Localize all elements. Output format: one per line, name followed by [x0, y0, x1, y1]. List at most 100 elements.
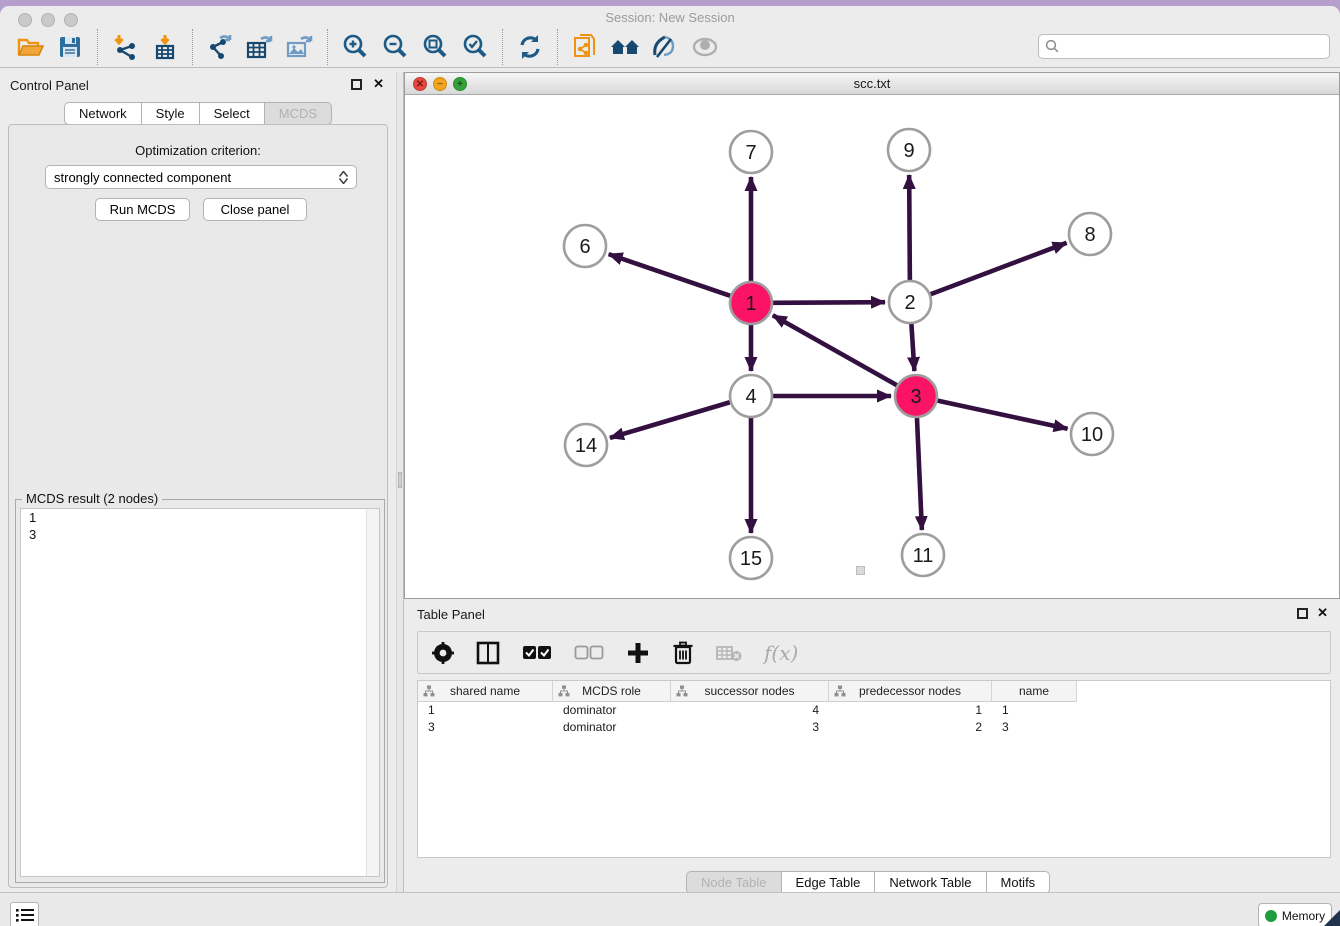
table-cell[interactable]: 1: [992, 702, 1077, 719]
import-network-icon[interactable]: [108, 30, 142, 64]
table-cell[interactable]: 1: [418, 702, 553, 719]
run-mcds-button[interactable]: Run MCDS: [95, 198, 190, 221]
graph-node-4[interactable]: 4: [730, 375, 772, 417]
graph-node-10[interactable]: 10: [1071, 413, 1113, 455]
graph-node-label: 15: [740, 548, 762, 570]
graph-edge-2-3[interactable]: [911, 324, 914, 371]
node-table: shared nameMCDS role successor nodes prede…: [417, 680, 1331, 858]
select-all-icon[interactable]: [522, 638, 552, 668]
column-header-label: name: [1019, 684, 1049, 698]
function-builder-icon[interactable]: f(x): [764, 638, 798, 668]
graph-node-label: 11: [913, 545, 934, 567]
graph-node-2[interactable]: 2: [889, 281, 931, 323]
deselect-all-icon[interactable]: [574, 638, 604, 668]
close-panel-icon[interactable]: ✕: [373, 76, 384, 92]
column-header-name[interactable]: name: [992, 681, 1077, 702]
graph-node-15[interactable]: 15: [730, 537, 772, 579]
table-cell[interactable]: dominator: [553, 719, 671, 736]
zoom-fit-icon[interactable]: [418, 30, 452, 64]
graph-edge-3-11[interactable]: [917, 418, 922, 530]
open-session-icon[interactable]: [13, 30, 47, 64]
table-row[interactable]: 1dominator411: [418, 702, 1077, 719]
tab-style[interactable]: Style: [142, 102, 200, 125]
close-panel-button[interactable]: Close panel: [203, 198, 307, 221]
table-cell[interactable]: 3: [992, 719, 1077, 736]
network-frame-titlebar[interactable]: ✕ − + scc.txt: [405, 73, 1339, 95]
mcds-panel: Optimization criterion: strongly connect…: [8, 124, 388, 888]
tab-edge-table[interactable]: Edge Table: [782, 871, 876, 894]
export-image-icon[interactable]: [283, 30, 317, 64]
column-header-MCDS-role[interactable]: MCDS role: [553, 681, 671, 702]
search-box[interactable]: [1038, 34, 1330, 59]
tab-node-table[interactable]: Node Table: [686, 871, 782, 894]
task-history-button[interactable]: [10, 902, 39, 926]
save-session-icon[interactable]: [53, 30, 87, 64]
settings-gear-icon[interactable]: [432, 638, 454, 668]
table-cell[interactable]: dominator: [553, 702, 671, 719]
graph-node-label: 7: [745, 142, 756, 164]
add-column-icon[interactable]: [626, 638, 650, 668]
close-table-panel-icon[interactable]: ✕: [1317, 605, 1328, 621]
clone-network-icon[interactable]: [568, 30, 602, 64]
window-titlebar: Session: New Session: [0, 6, 1340, 28]
float-table-panel-icon[interactable]: [1297, 608, 1308, 619]
refresh-icon[interactable]: [513, 30, 547, 64]
home-layout-icon[interactable]: [608, 30, 642, 64]
import-table-icon[interactable]: [148, 30, 182, 64]
canvas-resize-grip[interactable]: [856, 566, 865, 575]
scrollbar[interactable]: [366, 509, 379, 876]
graph-edge-4-14[interactable]: [610, 402, 730, 438]
table-cell[interactable]: 4: [671, 702, 829, 719]
graph-edge-2-9[interactable]: [909, 175, 910, 280]
table-row[interactable]: 3dominator323: [418, 719, 1077, 736]
tab-mcds[interactable]: MCDS: [265, 102, 332, 125]
graph-node-11[interactable]: 11: [902, 534, 944, 576]
graph-edge-1-6[interactable]: [609, 254, 731, 296]
mcds-result-line: 1: [21, 509, 379, 526]
delete-column-icon[interactable]: [672, 638, 694, 668]
graph-edge-2-8[interactable]: [931, 243, 1067, 294]
memory-button[interactable]: Memory: [1258, 903, 1332, 926]
tab-select[interactable]: Select: [200, 102, 265, 125]
table-cell[interactable]: 2: [829, 719, 992, 736]
column-header-successor-nodes[interactable]: successor nodes: [671, 681, 829, 702]
graph-node-8[interactable]: 8: [1069, 213, 1111, 255]
export-table-icon[interactable]: [243, 30, 277, 64]
graph-node-3[interactable]: 3: [895, 375, 937, 417]
search-input[interactable]: [1060, 38, 1323, 55]
graph-node-7[interactable]: 7: [730, 131, 772, 173]
network-canvas[interactable]: 7 9 6 8 1 2 4 3 14 10 15 11: [405, 95, 1339, 598]
graph-edge-3-1[interactable]: [773, 315, 897, 385]
tab-motifs[interactable]: Motifs: [987, 871, 1051, 894]
graph-node-1[interactable]: 1: [730, 282, 772, 324]
graph-edge-3-10[interactable]: [938, 401, 1068, 429]
table-cell[interactable]: 3: [671, 719, 829, 736]
column-view-icon[interactable]: [476, 638, 500, 668]
delete-table-icon[interactable]: [716, 638, 742, 668]
graph-node-14[interactable]: 14: [565, 424, 607, 466]
graph-node-label: 4: [745, 386, 756, 408]
table-cell[interactable]: 3: [418, 719, 553, 736]
table-toolbar: f(x): [417, 631, 1331, 674]
graph-edge-1-2[interactable]: [773, 302, 885, 303]
mcds-result-list[interactable]: 13: [20, 508, 380, 877]
apply-style-icon[interactable]: [648, 30, 682, 64]
tab-network[interactable]: Network: [64, 102, 142, 125]
show-hide-eye-icon[interactable]: [688, 30, 722, 64]
criterion-dropdown[interactable]: strongly connected component: [45, 165, 357, 189]
column-header-shared-name[interactable]: shared name: [418, 681, 553, 702]
pane-divider[interactable]: [396, 72, 404, 892]
divider-grip[interactable]: [398, 472, 402, 488]
main-toolbar: [0, 26, 1340, 68]
zoom-out-icon[interactable]: [378, 30, 412, 64]
float-panel-icon[interactable]: [351, 79, 362, 90]
tab-network-table[interactable]: Network Table: [875, 871, 986, 894]
zoom-selected-icon[interactable]: [458, 30, 492, 64]
export-network-icon[interactable]: [203, 30, 237, 64]
graph-node-9[interactable]: 9: [888, 129, 930, 171]
graph-node-6[interactable]: 6: [564, 225, 606, 267]
zoom-in-icon[interactable]: [338, 30, 372, 64]
table-cell[interactable]: 1: [829, 702, 992, 719]
column-header-label: successor nodes: [704, 684, 794, 698]
column-header-predecessor-nodes[interactable]: predecessor nodes: [829, 681, 992, 702]
